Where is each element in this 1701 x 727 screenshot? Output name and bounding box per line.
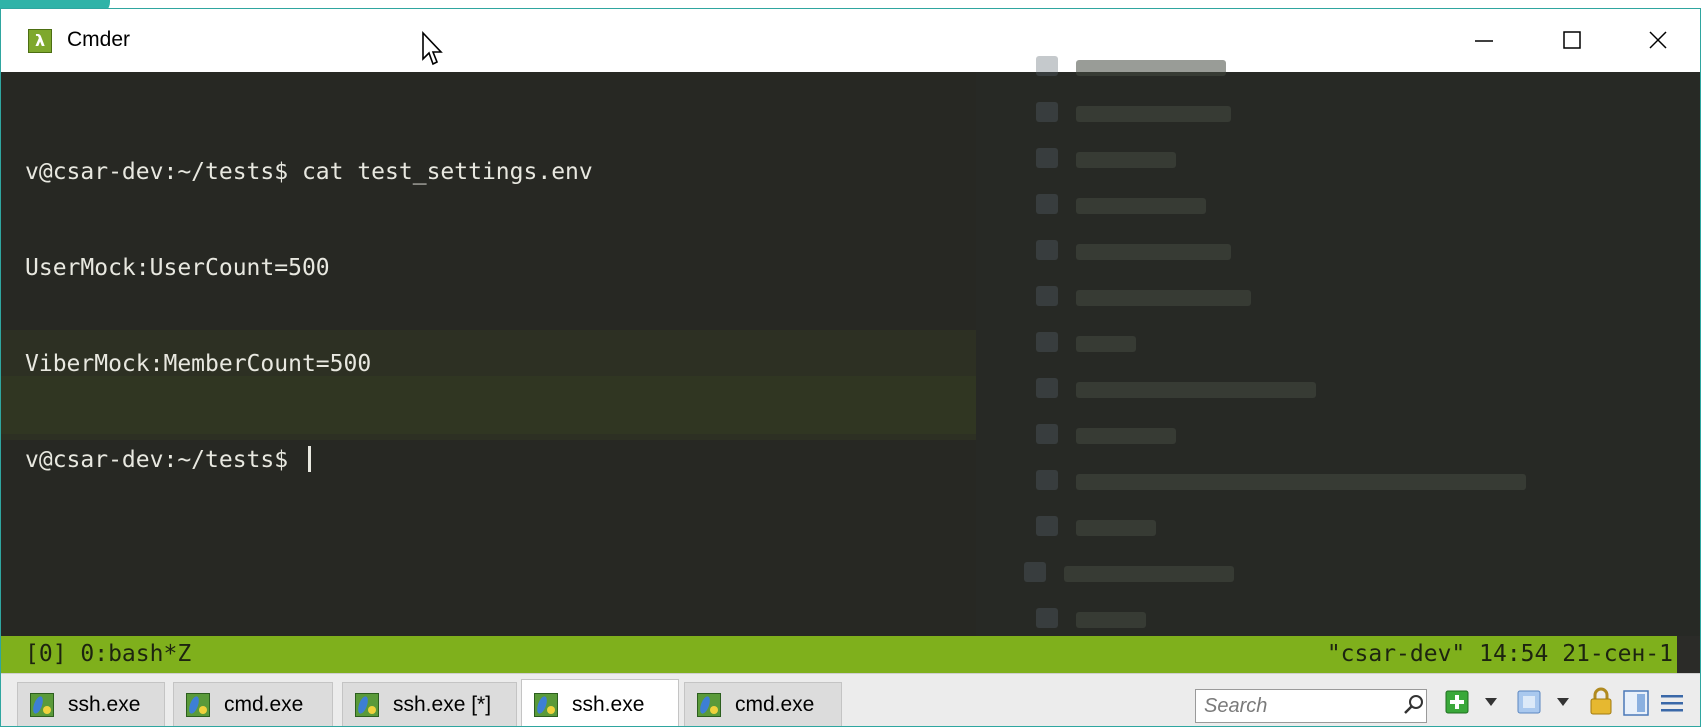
ghost-folder-icon	[1036, 194, 1058, 214]
ghost-text	[1064, 566, 1234, 582]
ghost-folder-icon	[1036, 378, 1058, 398]
terminal-prompt: v@csar-dev:~/tests$	[25, 447, 302, 473]
console-app-icon	[355, 693, 379, 717]
ghost-text	[1076, 152, 1176, 168]
ghost-text	[1076, 290, 1251, 306]
ghost-text	[1076, 244, 1231, 260]
ghost-text	[1076, 60, 1226, 76]
terminal-line: UserMock:UserCount=500	[25, 255, 330, 281]
lock-icon[interactable]	[1589, 687, 1613, 715]
ghost-folder-icon	[1036, 240, 1058, 260]
maximize-button[interactable]	[1541, 17, 1603, 63]
tab-label: cmd.exe	[735, 693, 815, 716]
console-tab[interactable]: ssh.exe	[17, 682, 165, 726]
tab-label: ssh.exe [*]	[393, 693, 492, 716]
dropdown-icon[interactable]	[1485, 698, 1497, 706]
console-tab[interactable]: cmd.exe	[684, 682, 842, 726]
ghost-text	[1076, 382, 1316, 398]
text-cursor	[307, 446, 311, 472]
tab-label: ssh.exe	[68, 693, 141, 716]
ghost-folder-icon	[1036, 470, 1058, 490]
console-app-icon	[30, 693, 54, 717]
window-title: Cmder	[67, 28, 131, 51]
terminal-output: v@csar-dev:~/tests$ cat test_settings.en…	[25, 92, 593, 540]
maximize-icon	[1563, 31, 1581, 49]
close-button[interactable]	[1627, 17, 1689, 63]
switch-console-icon[interactable]	[1517, 690, 1541, 714]
ghost-folder-icon	[1036, 516, 1058, 536]
search-input[interactable]: Search	[1195, 689, 1427, 723]
console-tab-active[interactable]: ssh.exe	[521, 679, 679, 726]
ghost-text	[1076, 428, 1176, 444]
minimize-icon	[1475, 40, 1493, 42]
ghost-text	[1076, 474, 1526, 490]
ghost-folder-icon	[1036, 286, 1058, 306]
ghost-folder-icon	[1036, 102, 1058, 122]
ghost-text	[1076, 612, 1146, 628]
terminal-line: ViberMock:MemberCount=500	[25, 351, 372, 377]
ghost-text	[1076, 106, 1231, 122]
minimize-button[interactable]	[1453, 17, 1515, 63]
status-left: [0] 0:bash*Z	[25, 641, 192, 667]
search-icon[interactable]	[1403, 694, 1425, 716]
tab-label: ssh.exe	[572, 692, 645, 716]
close-icon	[1649, 31, 1667, 49]
ghost-folder-icon	[1036, 56, 1058, 76]
status-bar-end	[1677, 636, 1700, 673]
ghost-text	[1076, 198, 1206, 214]
tab-label: cmd.exe	[224, 693, 304, 716]
mouse-pointer-icon	[422, 31, 443, 66]
terminal-line: v@csar-dev:~/tests$ cat test_settings.en…	[25, 159, 593, 185]
cmder-lambda-icon: λ	[28, 29, 52, 53]
cmder-window: λ Cmder v@csar-dev:~/tests$ cat test_set…	[0, 8, 1701, 727]
console-tab[interactable]: ssh.exe [*]	[342, 682, 517, 726]
ghost-folder-icon	[1036, 332, 1058, 352]
split-view-icon[interactable]	[1623, 690, 1649, 716]
new-console-icon[interactable]	[1445, 690, 1469, 714]
terminal-prompt-line[interactable]: v@csar-dev:~/tests$	[25, 444, 593, 476]
console-app-icon	[186, 693, 210, 717]
tmux-status-bar: [0] 0:bash*Z "csar-dev" 14:54 21-сен-1	[1, 636, 1677, 673]
ghost-text	[1076, 520, 1156, 536]
console-app-icon	[697, 693, 721, 717]
ghost-folder-icon	[1036, 424, 1058, 444]
ghost-folder-icon	[1036, 148, 1058, 168]
console-tab-bar: ssh.exe cmd.exe ssh.exe [*] ssh.exe cmd.…	[1, 673, 1700, 726]
console-tab[interactable]: cmd.exe	[173, 682, 333, 726]
ghost-drive-icon	[1024, 562, 1046, 582]
ghost-text	[1076, 336, 1136, 352]
terminal-pane[interactable]: v@csar-dev:~/tests$ cat test_settings.en…	[1, 56, 1700, 636]
ghost-folder-icon	[1036, 608, 1058, 628]
title-bar[interactable]: λ Cmder	[1, 9, 1700, 72]
status-right: "csar-dev" 14:54 21-сен-1	[1326, 641, 1673, 667]
dropdown-icon[interactable]	[1557, 698, 1569, 706]
menu-icon[interactable]	[1661, 694, 1683, 712]
transparent-background-overlay	[976, 56, 1700, 636]
console-app-icon	[534, 692, 558, 717]
